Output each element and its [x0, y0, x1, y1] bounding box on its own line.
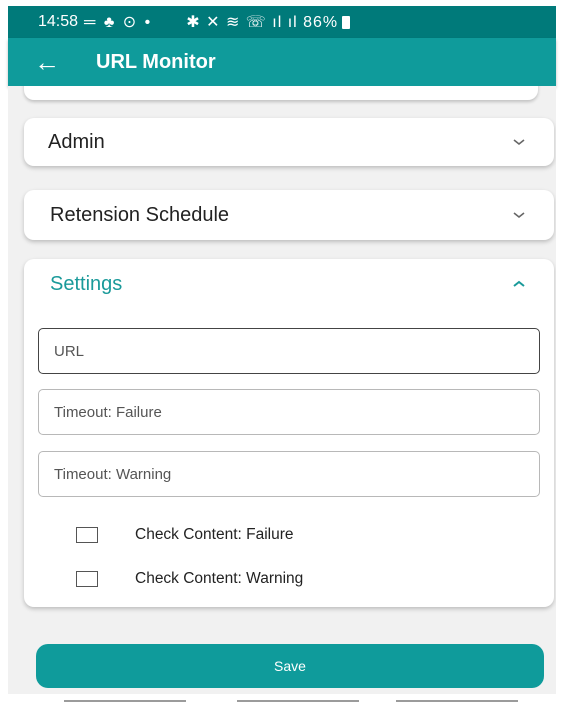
retension-panel-header[interactable]: Retension Schedule — [24, 190, 554, 240]
chevron-up-icon[interactable] — [512, 277, 526, 291]
status-bar: 14:58 ═ ♣ ⊙ • ✱ ✕ ≋ ☏ ıl ıl 86% — [8, 6, 556, 38]
url-input[interactable] — [38, 328, 540, 374]
settings-panel-header[interactable]: Settings — [24, 259, 554, 309]
check-content-failure-checkbox[interactable] — [76, 527, 98, 543]
check-content-warning-label: Check Content: Warning — [135, 570, 304, 587]
nav-handle-right — [396, 700, 518, 702]
admin-panel: Admin — [24, 118, 554, 166]
admin-panel-header[interactable]: Admin — [24, 118, 554, 166]
settings-panel-title: Settings — [50, 272, 123, 295]
admin-panel-title: Admin — [48, 130, 105, 153]
system-nav-bar — [8, 694, 556, 706]
battery-icon — [342, 15, 351, 29]
app-bar: ← URL Monitor — [8, 38, 556, 86]
notification-icons: ═ ♣ ⊙ • — [84, 14, 153, 31]
system-status-icons: ✱ ✕ ≋ ☏ ıl ıl 86% — [186, 14, 339, 31]
nav-handle-center — [237, 700, 359, 702]
status-time: 14:58 — [38, 13, 79, 30]
timeout-warning-input[interactable] — [38, 451, 540, 497]
settings-panel: Settings Check Content: Failure Check Co… — [24, 259, 554, 607]
chevron-down-icon[interactable] — [512, 208, 526, 222]
timeout-failure-input[interactable] — [38, 389, 540, 435]
check-content-failure-row[interactable]: Check Content: Failure — [76, 526, 294, 544]
check-content-warning-row[interactable]: Check Content: Warning — [76, 570, 303, 588]
page-title: URL Monitor — [96, 50, 216, 73]
back-arrow-icon[interactable]: ← — [34, 49, 64, 75]
retension-panel-title: Retension Schedule — [50, 203, 230, 226]
check-content-warning-checkbox[interactable] — [76, 571, 98, 587]
check-content-failure-label: Check Content: Failure — [135, 526, 294, 543]
nav-handle-left — [64, 700, 186, 702]
content-area: Admin Retension Schedule Settings Che — [8, 86, 556, 694]
previous-panel-card — [24, 86, 538, 100]
chevron-down-icon[interactable] — [512, 135, 526, 149]
retension-schedule-panel: Retension Schedule — [24, 190, 554, 240]
save-button[interactable]: Save — [36, 644, 544, 688]
